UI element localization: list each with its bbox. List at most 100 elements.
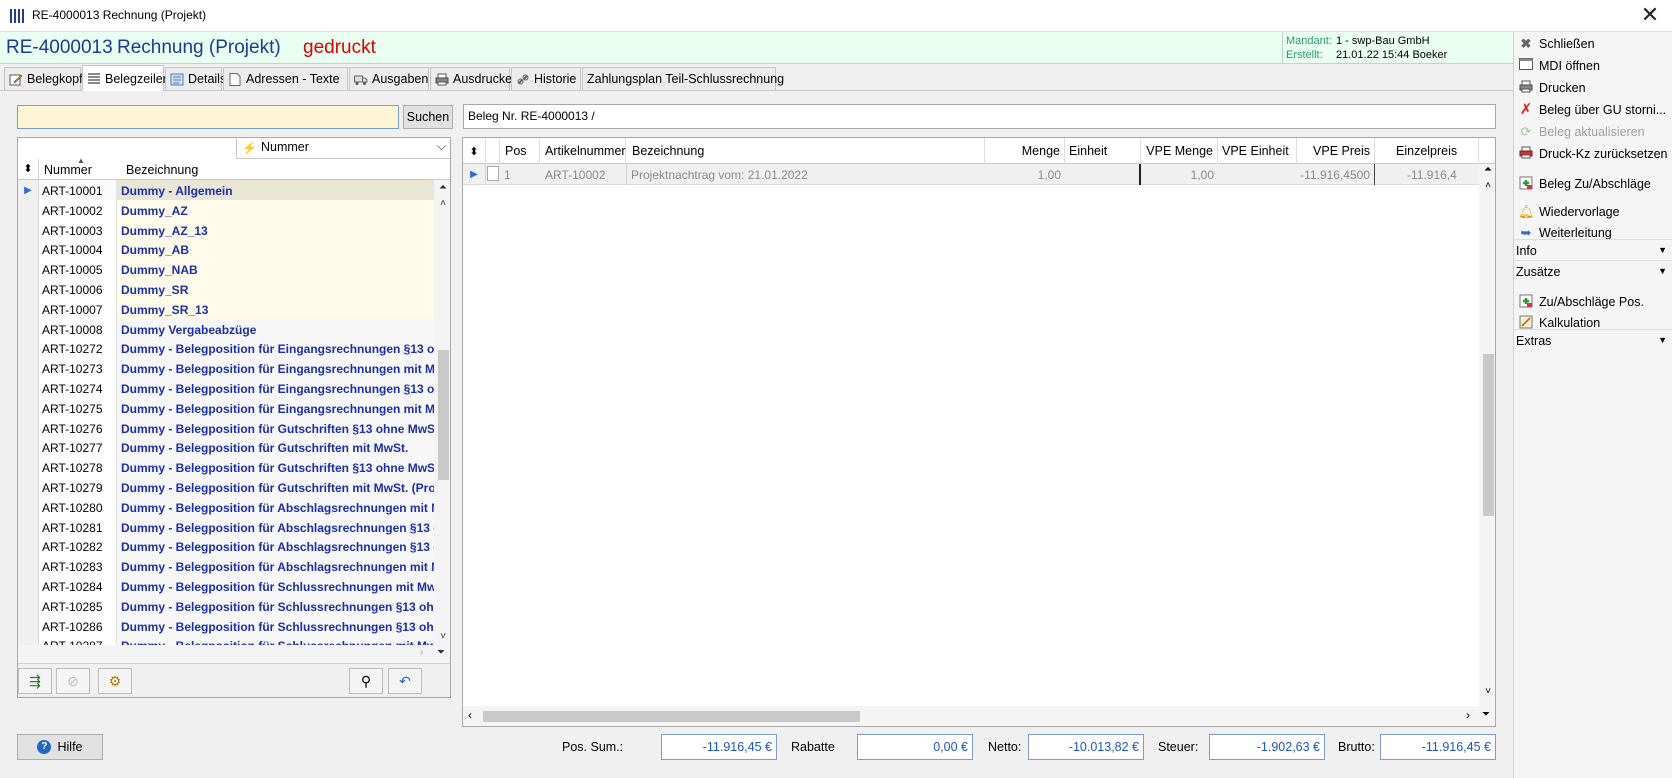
column-header-bezeichnung[interactable]: Bezeichnung xyxy=(126,163,198,177)
positions-scrollbar[interactable]: ⏶ ˄ ˅ xyxy=(1479,164,1495,706)
row-selector-icon[interactable]: ⬍ xyxy=(18,159,39,180)
article-row[interactable]: ART-10272 Dummy - Belegposition für Einga… xyxy=(18,338,434,360)
reset-print-flag-action[interactable]: Druck-Kz zurücksetzen xyxy=(1518,143,1670,165)
scroll-bottom-icon[interactable]: ⏷ xyxy=(1482,709,1490,720)
tab-adressen-texte[interactable]: Adressen - Texte xyxy=(223,67,348,90)
scroll-right-icon[interactable]: › xyxy=(420,647,423,658)
beleg-surcharges-action[interactable]: Beleg Zu/Abschläge xyxy=(1518,173,1670,195)
row-selector[interactable] xyxy=(18,378,39,399)
row-selector[interactable] xyxy=(18,556,39,578)
row-selector[interactable] xyxy=(18,516,39,538)
row-selector[interactable] xyxy=(18,457,39,479)
article-row[interactable]: ART-10282 Dummy - Belegposition für Absch… xyxy=(18,536,434,558)
scroll-thumb[interactable] xyxy=(1483,354,1494,516)
row-selector[interactable] xyxy=(18,298,39,320)
tab-ausgaben[interactable]: Ausgaben xyxy=(349,67,429,90)
article-row[interactable]: ART-10273 Dummy - Belegposition für Einga… xyxy=(18,358,434,380)
scroll-top-icon[interactable]: ⏶ xyxy=(434,180,450,196)
article-row[interactable]: ART-10286 Dummy - Belegposition für Schlu… xyxy=(18,615,434,637)
tab-historie[interactable]: Historie xyxy=(511,67,581,90)
scroll-up-icon[interactable]: ˄ xyxy=(434,196,450,212)
position-surcharges-action[interactable]: Zu/Abschläge Pos. xyxy=(1518,291,1670,313)
section-info[interactable]: Info ▼ xyxy=(1514,239,1672,261)
row-selector[interactable] xyxy=(18,318,39,340)
column-header-nummer[interactable]: Nummer xyxy=(44,163,92,177)
position-row[interactable]: ▶ 1 ART-10002 Projektnachtrag vom: 21.01… xyxy=(463,164,1479,185)
article-row[interactable]: ART-10280 Dummy - Belegposition für Absch… xyxy=(18,496,434,518)
article-row[interactable]: ART-10274 Dummy - Belegposition für Einga… xyxy=(18,378,434,399)
column-header-vpe-preis[interactable]: VPE Preis xyxy=(1297,138,1375,164)
search-button[interactable]: Suchen xyxy=(403,105,453,129)
row-checkbox[interactable] xyxy=(487,166,499,181)
row-selector[interactable] xyxy=(18,595,39,617)
row-selector[interactable] xyxy=(18,437,39,459)
tab-zahlungsplan[interactable]: Zahlungsplan Teil-Schlussrechnung xyxy=(582,67,784,90)
attach-button[interactable]: ⊘ xyxy=(56,668,90,694)
article-settings-button[interactable]: ⚙ xyxy=(98,668,132,694)
scroll-bottom-icon[interactable]: ⏷ xyxy=(437,647,445,658)
article-row[interactable]: ART-10277 Dummy - Belegposition für Gutsc… xyxy=(18,437,434,459)
follow-up-action[interactable]: 🔔︎ Wiedervorlage xyxy=(1518,201,1670,223)
column-header-bezeichnung[interactable]: Bezeichnung xyxy=(626,138,985,164)
scroll-left-icon[interactable]: ‹ xyxy=(468,708,472,722)
article-row[interactable]: ART-10285 Dummy - Belegposition für Schlu… xyxy=(18,595,434,617)
article-search-button[interactable]: ⚲ xyxy=(349,668,383,694)
article-row[interactable]: ART-10007 Dummy_SR_13 xyxy=(18,298,434,320)
scroll-up-icon[interactable]: ˄ xyxy=(1479,180,1495,191)
close-action[interactable]: ✖ Schließen xyxy=(1518,33,1670,55)
row-selector[interactable] xyxy=(18,338,39,360)
section-extras[interactable]: Extras ▼ xyxy=(1514,329,1672,351)
search-input[interactable] xyxy=(17,105,399,129)
article-row[interactable]: ART-10281 Dummy - Belegposition für Absch… xyxy=(18,516,434,538)
insert-article-button[interactable]: ⇶ xyxy=(18,668,52,694)
article-row[interactable]: ART-10284 Dummy - Belegposition für Schlu… xyxy=(18,576,434,597)
column-header-einheit[interactable]: Einheit xyxy=(1065,138,1141,164)
article-row[interactable]: ART-10002 Dummy_AZ xyxy=(18,199,434,221)
row-selector[interactable] xyxy=(18,615,39,637)
row-selector[interactable] xyxy=(18,477,39,498)
article-list-hscrollbar[interactable]: › ⏷ xyxy=(18,645,450,663)
hscroll-thumb[interactable] xyxy=(483,711,860,722)
article-row[interactable]: ART-10278 Dummy - Belegposition für Gutsc… xyxy=(18,457,434,479)
column-header-pos[interactable]: Pos xyxy=(500,138,540,164)
row-selector[interactable] xyxy=(18,358,39,380)
column-header-vpe-einheit[interactable]: VPE Einheit xyxy=(1218,138,1297,164)
article-row[interactable]: ART-10276 Dummy - Belegposition für Gutsc… xyxy=(18,417,434,439)
row-selector[interactable] xyxy=(18,219,39,241)
help-button[interactable]: ? Hilfe xyxy=(17,734,103,760)
row-selector[interactable] xyxy=(18,279,39,300)
tab-details[interactable]: Details xyxy=(165,67,226,90)
section-zusaetze[interactable]: Zusätze ▼ xyxy=(1514,260,1672,282)
column-header-menge[interactable]: Menge xyxy=(985,138,1065,164)
positions-hscrollbar[interactable]: ‹ › ⏷ xyxy=(463,706,1495,726)
tab-belegkopf[interactable]: Belegkopf xyxy=(4,67,83,90)
article-row[interactable]: ART-10006 Dummy_SR xyxy=(18,279,434,300)
article-row[interactable]: ART-10004 Dummy_AB xyxy=(18,239,434,261)
window-close-icon[interactable]: ✕ xyxy=(1638,3,1662,27)
row-selector[interactable] xyxy=(18,417,39,439)
refresh-action[interactable]: ⟳ Beleg aktualisieren xyxy=(1518,121,1670,143)
print-action[interactable]: Drucken xyxy=(1518,77,1670,99)
article-row[interactable]: ART-10283 Dummy - Belegposition für Absch… xyxy=(18,556,434,578)
row-selector[interactable] xyxy=(18,496,39,518)
scroll-down-icon[interactable]: ˅ xyxy=(434,629,450,645)
article-row[interactable]: ART-10008 Dummy Vergabeabzüge xyxy=(18,318,434,340)
article-row[interactable]: ART-10005 Dummy_NAB xyxy=(18,259,434,281)
row-selector[interactable] xyxy=(18,259,39,281)
scroll-top-icon[interactable]: ⏶ xyxy=(1479,164,1495,175)
article-row[interactable]: ART-10279 Dummy - Belegposition für Gutsc… xyxy=(18,477,434,498)
column-header-vpe-menge[interactable]: VPE Menge xyxy=(1141,138,1218,164)
row-selector-icon[interactable]: ⬍ xyxy=(463,138,486,164)
mdi-open-action[interactable]: MDI öffnen xyxy=(1518,55,1670,77)
undo-button[interactable]: ↶ xyxy=(388,668,422,694)
column-header-einzelpreis[interactable]: Einzelpreis xyxy=(1375,138,1479,164)
tab-belegzeilen[interactable]: Belegzeilen xyxy=(82,65,170,91)
row-selector[interactable] xyxy=(18,576,39,597)
row-selector[interactable] xyxy=(18,239,39,261)
row-selector[interactable] xyxy=(18,536,39,558)
row-pointer-icon[interactable]: ▶ xyxy=(18,180,39,201)
article-row[interactable]: ▶ ART-10001 Dummy - Allgemein xyxy=(18,180,434,201)
row-selector[interactable] xyxy=(18,397,39,419)
tab-ausdrucke[interactable]: Ausdrucke xyxy=(430,67,512,90)
scroll-down-icon[interactable]: ˅ xyxy=(1479,686,1495,697)
